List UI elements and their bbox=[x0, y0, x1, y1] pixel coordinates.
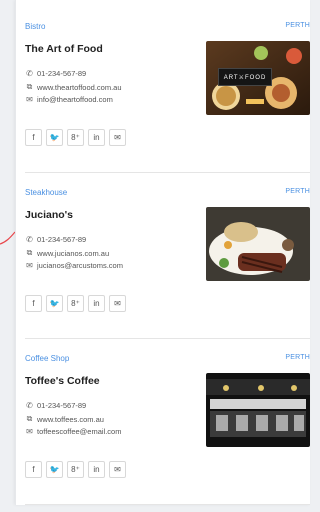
listing-location[interactable]: PERTH bbox=[285, 22, 310, 29]
listing-title[interactable]: Juciano's bbox=[25, 209, 73, 221]
envelope-icon: ✉ bbox=[114, 465, 121, 474]
twitter-icon: 🐦 bbox=[49, 299, 60, 308]
email-link[interactable]: jucianos@arcustoms.com bbox=[37, 261, 123, 270]
listings-panel: Bistro PERTH The Art of Food ✆ 01-234-56… bbox=[15, 0, 310, 505]
facebook-button[interactable]: f bbox=[25, 129, 42, 146]
listing-title[interactable]: Toffee's Coffee bbox=[25, 375, 100, 387]
googleplus-button[interactable]: 8⁺ bbox=[67, 295, 84, 312]
external-link-icon: ⧉ bbox=[26, 82, 33, 91]
website-link[interactable]: www.theartoffood.com.au bbox=[37, 83, 122, 92]
envelope-icon: ✉ bbox=[26, 261, 33, 270]
phone-icon: ✆ bbox=[26, 401, 33, 410]
phone-row: ✆ 01-234-567-89 bbox=[25, 235, 86, 244]
listing-category[interactable]: Bistro bbox=[25, 22, 45, 31]
twitter-button[interactable]: 🐦 bbox=[46, 461, 63, 478]
social-buttons: f 🐦 8⁺ in ✉ bbox=[25, 461, 126, 478]
email-link[interactable]: info@theartoffood.com bbox=[37, 95, 113, 104]
linkedin-button[interactable]: in bbox=[88, 295, 105, 312]
email-button[interactable]: ✉ bbox=[109, 295, 126, 312]
listing-category[interactable]: Steakhouse bbox=[25, 188, 67, 197]
twitter-button[interactable]: 🐦 bbox=[46, 129, 63, 146]
website-row: ⧉ www.theartoffood.com.au bbox=[25, 82, 122, 92]
listing-image[interactable]: ART⚔FOOD bbox=[206, 41, 310, 115]
email-row: ✉ toffeescoffee@email.com bbox=[25, 427, 121, 436]
phone-row: ✆ 01-234-567-89 bbox=[25, 69, 86, 78]
envelope-icon: ✉ bbox=[114, 299, 121, 308]
phone-number: 01-234-567-89 bbox=[37, 69, 87, 78]
listing-item: Bistro PERTH The Art of Food ✆ 01-234-56… bbox=[16, 12, 310, 180]
googleplus-button[interactable]: 8⁺ bbox=[67, 461, 84, 478]
facebook-button[interactable]: f bbox=[25, 295, 42, 312]
googleplus-button[interactable]: 8⁺ bbox=[67, 129, 84, 146]
phone-icon: ✆ bbox=[26, 69, 33, 78]
listing-title[interactable]: The Art of Food bbox=[25, 43, 103, 55]
listing-image[interactable] bbox=[206, 373, 310, 447]
listing-location[interactable]: PERTH bbox=[285, 354, 310, 361]
twitter-button[interactable]: 🐦 bbox=[46, 295, 63, 312]
social-buttons: f 🐦 8⁺ in ✉ bbox=[25, 129, 126, 146]
external-link-icon: ⧉ bbox=[26, 248, 33, 257]
listing-item: Steakhouse PERTH Juciano's ✆ 01-234-567-… bbox=[16, 178, 310, 346]
phone-icon: ✆ bbox=[26, 235, 33, 244]
website-row: ⧉ www.jucianos.com.au bbox=[25, 248, 109, 258]
listing-image[interactable] bbox=[206, 207, 310, 281]
email-row: ✉ jucianos@arcustoms.com bbox=[25, 261, 123, 270]
website-link[interactable]: www.jucianos.com.au bbox=[37, 249, 109, 258]
email-row: ✉ info@theartoffood.com bbox=[25, 95, 113, 104]
linkedin-button[interactable]: in bbox=[88, 461, 105, 478]
phone-row: ✆ 01-234-567-89 bbox=[25, 401, 86, 410]
listing-divider bbox=[25, 338, 310, 339]
envelope-icon: ✉ bbox=[26, 427, 33, 436]
brand-logo: ART⚔FOOD bbox=[218, 68, 272, 86]
twitter-icon: 🐦 bbox=[49, 465, 60, 474]
phone-number: 01-234-567-89 bbox=[37, 235, 87, 244]
envelope-icon: ✉ bbox=[26, 95, 33, 104]
accent-line bbox=[0, 231, 15, 245]
listing-location[interactable]: PERTH bbox=[285, 188, 310, 195]
linkedin-button[interactable]: in bbox=[88, 129, 105, 146]
phone-number: 01-234-567-89 bbox=[37, 401, 87, 410]
listing-item: Coffee Shop PERTH Toffee's Coffee ✆ 01-2… bbox=[16, 344, 310, 512]
website-link[interactable]: www.toffees.com.au bbox=[37, 415, 104, 424]
social-buttons: f 🐦 8⁺ in ✉ bbox=[25, 295, 126, 312]
twitter-icon: 🐦 bbox=[49, 133, 60, 142]
listing-divider bbox=[25, 172, 310, 173]
envelope-icon: ✉ bbox=[114, 133, 121, 142]
website-row: ⧉ www.toffees.com.au bbox=[25, 414, 104, 424]
email-button[interactable]: ✉ bbox=[109, 461, 126, 478]
email-button[interactable]: ✉ bbox=[109, 129, 126, 146]
email-link[interactable]: toffeescoffee@email.com bbox=[37, 427, 121, 436]
external-link-icon: ⧉ bbox=[26, 414, 33, 423]
listing-category[interactable]: Coffee Shop bbox=[25, 354, 69, 363]
facebook-button[interactable]: f bbox=[25, 461, 42, 478]
